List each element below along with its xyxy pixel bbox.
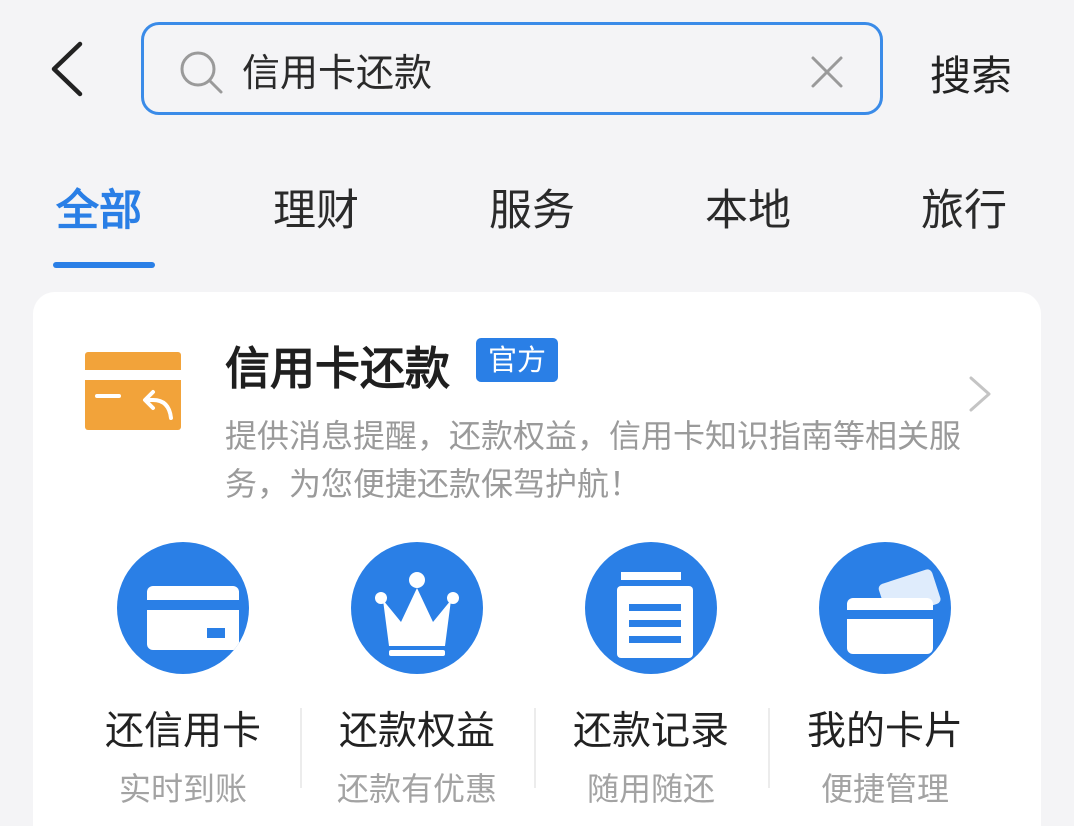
card-stack-icon (847, 569, 941, 654)
search-input[interactable] (242, 39, 782, 99)
quick-action-icon-bg (351, 542, 483, 674)
quick-action-title: 还款记录 (572, 709, 729, 754)
service-description: 提供消息提醒，还款权益，信用卡知识指南等相关服务，为您便捷还款保驾护航！ (225, 417, 962, 503)
close-icon (811, 56, 843, 88)
quick-action-subtitle: 还款有优惠 (336, 770, 497, 808)
quick-action-subtitle: 实时到账 (118, 770, 247, 808)
credit-card-repay-icon (85, 352, 181, 430)
quick-action-repay-benefits[interactable]: 还款权益 还款有优惠 (300, 542, 534, 826)
quick-action-subtitle: 随用随还 (586, 770, 715, 808)
quick-action-icon-bg (117, 542, 249, 674)
category-tabs: 全部 理财 服务 本地 旅行 (0, 176, 1074, 272)
quick-action-title: 我的卡片 (806, 709, 963, 754)
search-results-page: 搜索 全部 理财 服务 本地 旅行 信用卡还款 官方 提供消息提醒，还款权益，信… (0, 0, 1074, 826)
quick-actions: 还信用卡 实时到账 还款权益 还款有优惠 还款记录 随用随还 我的卡片 便捷管理 (33, 542, 1041, 826)
tab-local[interactable]: 本地 (705, 176, 791, 238)
chevron-right-icon[interactable] (967, 374, 993, 414)
quick-action-my-cards[interactable]: 我的卡片 便捷管理 (768, 542, 1002, 826)
search-box[interactable] (141, 22, 883, 115)
quick-action-subtitle: 便捷管理 (820, 770, 949, 808)
quick-action-icon-bg (819, 542, 951, 674)
official-badge: 官方 (476, 338, 559, 382)
quick-action-icon-bg (585, 542, 717, 674)
search-icon (180, 51, 223, 94)
quick-action-title: 还款权益 (338, 709, 495, 754)
document-list-icon (617, 572, 693, 658)
search-button[interactable]: 搜索 (930, 42, 1012, 102)
active-tab-indicator (53, 262, 155, 268)
back-button[interactable] (44, 40, 94, 98)
chevron-left-icon (51, 41, 83, 97)
quick-action-repay-card[interactable]: 还信用卡 实时到账 (66, 542, 300, 826)
tab-services[interactable]: 服务 (489, 176, 575, 238)
clear-button[interactable] (808, 53, 846, 91)
service-title[interactable]: 信用卡还款 (225, 332, 450, 397)
tab-finance[interactable]: 理财 (273, 176, 359, 238)
service-result-card[interactable]: 信用卡还款 官方 提供消息提醒，还款权益，信用卡知识指南等相关服务，为您便捷还款… (33, 292, 1041, 826)
tab-all[interactable]: 全部 (56, 176, 142, 238)
quick-action-repay-records[interactable]: 还款记录 随用随还 (534, 542, 768, 826)
quick-action-title: 还信用卡 (104, 709, 261, 754)
crown-icon (375, 572, 459, 656)
credit-card-icon (147, 586, 239, 650)
tab-travel[interactable]: 旅行 (921, 176, 1007, 238)
